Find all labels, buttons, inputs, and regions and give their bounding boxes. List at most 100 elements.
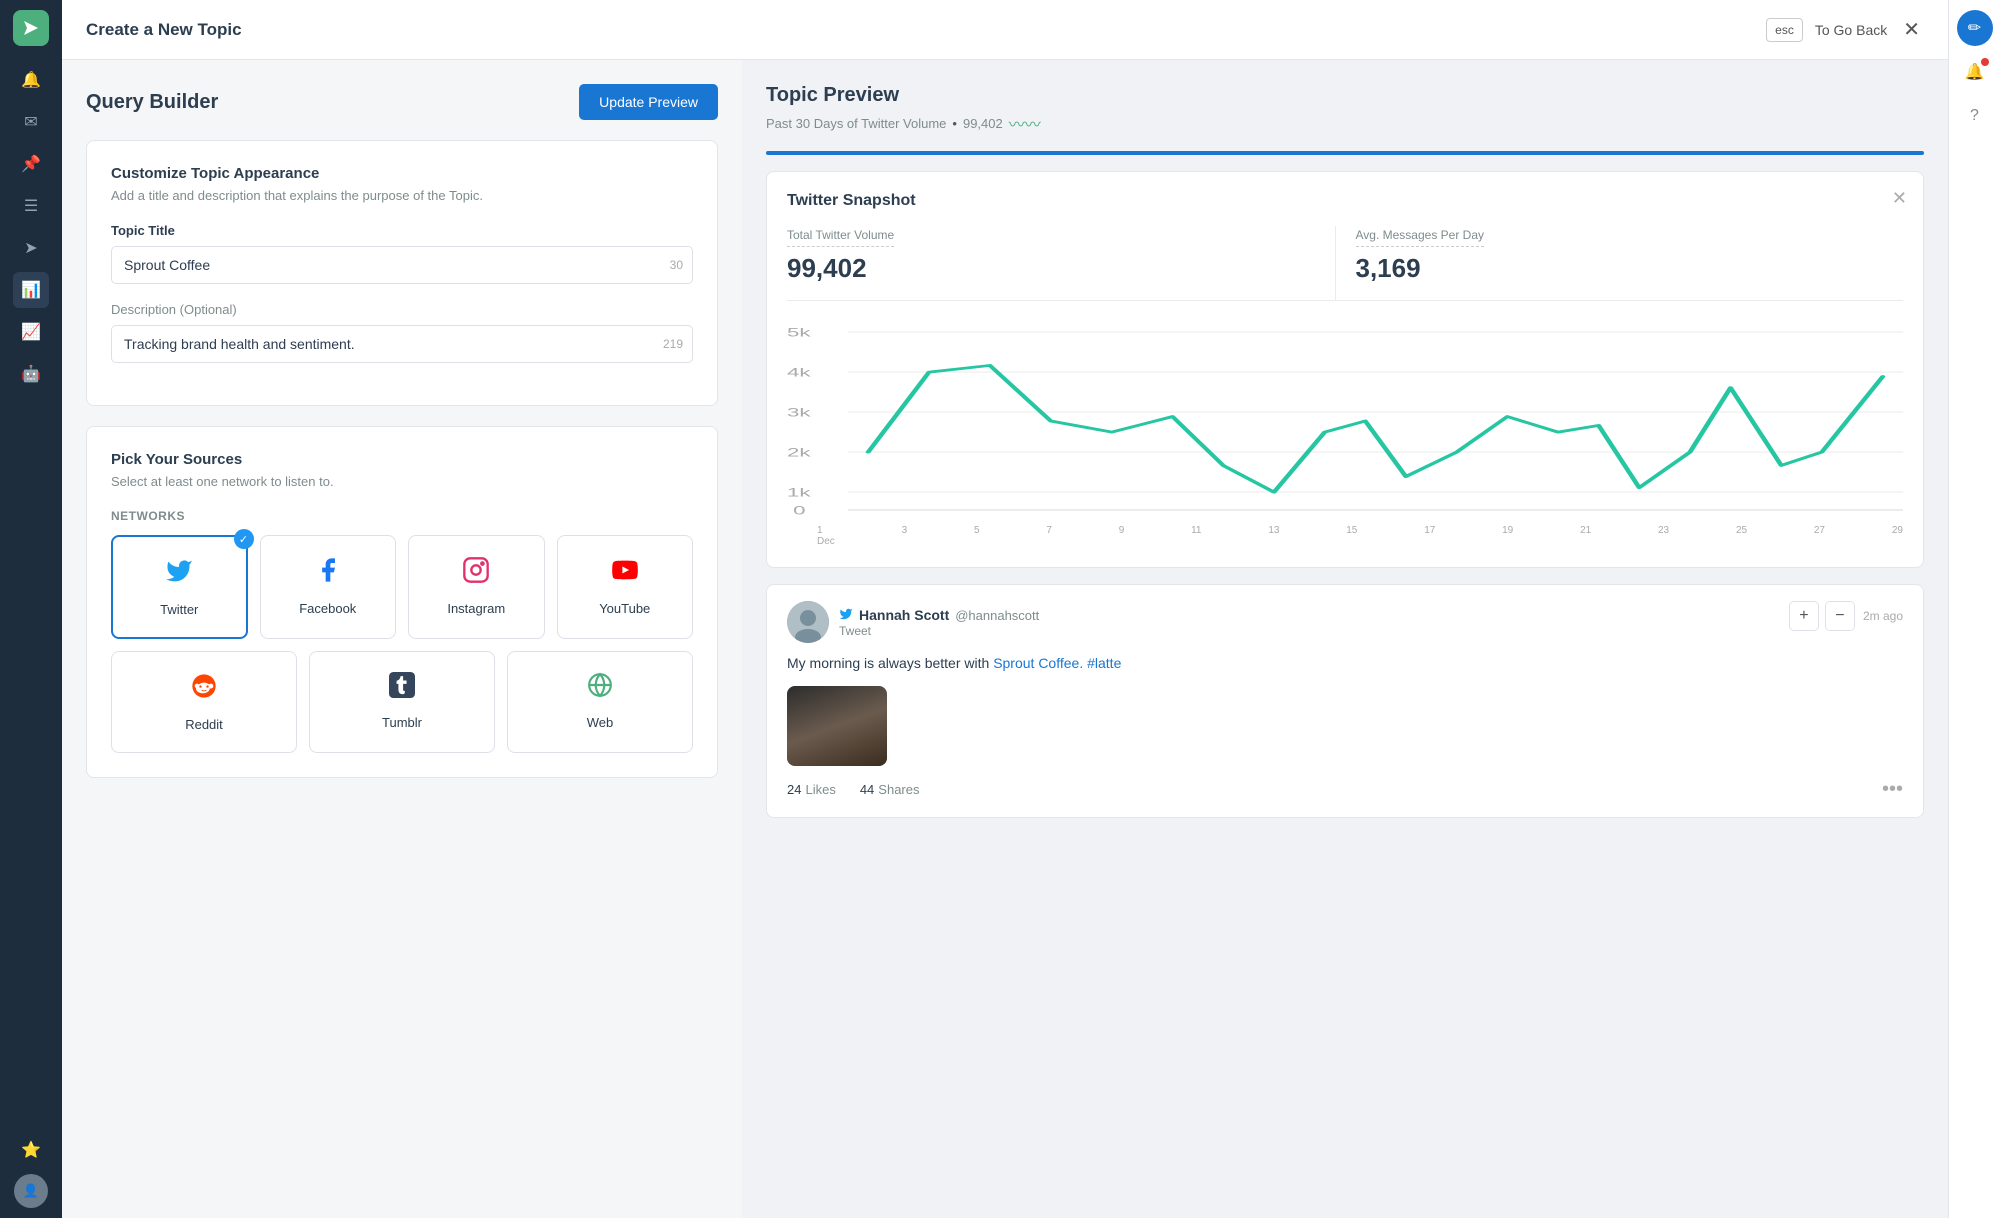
- notification-badge: [1981, 58, 1989, 66]
- close-button[interactable]: ✕: [1899, 13, 1924, 46]
- right-panel: Topic Preview Past 30 Days of Twitter Vo…: [742, 60, 1948, 1218]
- network-card-web[interactable]: Web: [507, 651, 693, 753]
- query-builder-title: Query Builder: [86, 91, 218, 114]
- total-volume-stat: Total Twitter Volume 99,402: [787, 226, 1335, 300]
- avg-messages-value: 3,169: [1356, 253, 1904, 284]
- customize-card: Customize Topic Appearance Add a title a…: [86, 140, 718, 406]
- network-card-reddit[interactable]: Reddit: [111, 651, 297, 753]
- stats-row: Total Twitter Volume 99,402 Avg. Message…: [787, 226, 1903, 301]
- twitter-bird-small: [839, 607, 853, 624]
- sidebar-icon-bot[interactable]: 🤖: [13, 356, 49, 392]
- customize-subtitle: Add a title and description that explain…: [111, 188, 693, 203]
- tweet-plus-button[interactable]: +: [1789, 601, 1819, 631]
- sidebar-icon-notifications[interactable]: 🔔: [13, 62, 49, 98]
- tweet-user-row: Hannah Scott @hannahscott Tweet: [787, 601, 1039, 643]
- tweet-handle: @hannahscott: [955, 608, 1039, 623]
- progress-bar: [766, 151, 1924, 155]
- sidebar-icon-analytics[interactable]: 📊: [13, 272, 49, 308]
- svg-text:2k: 2k: [787, 446, 812, 460]
- content-area: Query Builder Update Preview Customize T…: [62, 60, 1948, 1218]
- network-card-tumblr[interactable]: Tumblr: [309, 651, 495, 753]
- twitter-check: ✓: [234, 529, 254, 549]
- tweet-image-inner: [787, 686, 887, 766]
- networks-grid-row1: ✓ Twitter Facebook: [111, 535, 693, 639]
- instagram-label: Instagram: [447, 601, 505, 616]
- network-card-facebook[interactable]: Facebook: [260, 535, 397, 639]
- app-logo: [13, 10, 49, 46]
- sidebar-icon-star[interactable]: ⭐: [13, 1132, 49, 1168]
- svg-text:0: 0: [793, 503, 805, 517]
- go-back-text: To Go Back: [1815, 22, 1887, 38]
- snapshot-close-button[interactable]: ✕: [1892, 188, 1907, 209]
- reddit-label: Reddit: [185, 717, 223, 732]
- snapshot-title: Twitter Snapshot: [787, 192, 1903, 210]
- sources-title: Pick Your Sources: [111, 451, 693, 468]
- svg-text:3k: 3k: [787, 406, 812, 420]
- twitter-label: Twitter: [160, 602, 198, 617]
- chart-area: 5k 4k 3k 2k 1k 0: [787, 321, 1903, 521]
- tweet-shares: 44 Shares: [860, 782, 920, 797]
- left-sidebar: 🔔 ✉ 📌 ☰ ➤ 📊 📈 🤖 ⭐ 👤: [0, 0, 62, 1218]
- avg-messages-stat: Avg. Messages Per Day 3,169: [1335, 226, 1904, 300]
- tweet-username: Hannah Scott: [859, 607, 949, 623]
- user-avatar[interactable]: 👤: [14, 1174, 48, 1208]
- customize-title: Customize Topic Appearance: [111, 165, 693, 182]
- query-builder-header: Query Builder Update Preview: [86, 84, 718, 120]
- tweet-name-row: Hannah Scott @hannahscott: [839, 607, 1039, 624]
- total-volume-value: 99,402: [787, 253, 1335, 284]
- topbar: Create a New Topic esc To Go Back ✕: [62, 0, 1948, 60]
- esc-button[interactable]: esc: [1766, 18, 1803, 42]
- svg-text:4k: 4k: [787, 366, 812, 380]
- notification-icon[interactable]: 🔔: [1957, 54, 1993, 90]
- tweet-user-info: Hannah Scott @hannahscott Tweet: [839, 607, 1039, 638]
- sidebar-icon-messages[interactable]: ✉: [13, 104, 49, 140]
- sidebar-icon-send[interactable]: ➤: [13, 230, 49, 266]
- instagram-icon: [462, 556, 490, 591]
- tweet-avatar: [787, 601, 829, 643]
- total-volume-label: Total Twitter Volume: [787, 228, 894, 247]
- svg-text:5k: 5k: [787, 326, 812, 340]
- right-icon-bar: ✏ 🔔 ?: [1948, 0, 2000, 1218]
- svg-text:1k: 1k: [787, 486, 812, 500]
- sidebar-icon-pin[interactable]: 📌: [13, 146, 49, 182]
- facebook-label: Facebook: [299, 601, 356, 616]
- chart-svg: 5k 4k 3k 2k 1k 0: [787, 321, 1903, 521]
- tumblr-icon: [389, 672, 415, 705]
- network-card-instagram[interactable]: Instagram: [408, 535, 545, 639]
- main-content: Create a New Topic esc To Go Back ✕ Quer…: [62, 0, 1948, 1218]
- description-label: Description (Optional): [111, 302, 693, 317]
- facebook-icon: [314, 556, 342, 591]
- description-input[interactable]: [111, 325, 693, 363]
- description-wrap: 219: [111, 325, 693, 363]
- reddit-icon: [190, 672, 218, 707]
- tweet-minus-button[interactable]: −: [1825, 601, 1855, 631]
- networks-label: Networks: [111, 509, 693, 523]
- sidebar-icon-list[interactable]: ☰: [13, 188, 49, 224]
- wave-icon: 〰〰: [1009, 111, 1041, 135]
- topic-title-label: Topic Title: [111, 223, 693, 238]
- help-icon[interactable]: ?: [1957, 98, 1993, 134]
- chart-x-labels: 1Dec357911 131517192123 252729: [787, 525, 1903, 547]
- tweet-actions-buttons: + −: [1789, 601, 1855, 631]
- tweet-likes: 24 Likes: [787, 782, 836, 797]
- tweet-footer: 24 Likes 44 Shares •••: [787, 778, 1903, 801]
- topic-title-input[interactable]: [111, 246, 693, 284]
- tweet-link[interactable]: Sprout Coffee.: [993, 655, 1083, 671]
- snapshot-card: Twitter Snapshot ✕ Total Twitter Volume …: [766, 171, 1924, 568]
- topic-preview-title: Topic Preview: [766, 84, 1924, 107]
- tweet-time: 2m ago: [1863, 609, 1903, 623]
- tweet-type: Tweet: [839, 624, 1039, 638]
- edit-icon[interactable]: ✏: [1957, 10, 1993, 46]
- tweet-more-button[interactable]: •••: [1882, 778, 1903, 801]
- network-card-youtube[interactable]: YouTube: [557, 535, 694, 639]
- update-preview-button[interactable]: Update Preview: [579, 84, 718, 120]
- sidebar-icon-chart[interactable]: 📈: [13, 314, 49, 350]
- network-card-twitter[interactable]: ✓ Twitter: [111, 535, 248, 639]
- youtube-icon: [611, 556, 639, 591]
- sources-card: Pick Your Sources Select at least one ne…: [86, 426, 718, 778]
- twitter-icon: [165, 557, 193, 592]
- left-panel: Query Builder Update Preview Customize T…: [62, 60, 742, 1218]
- web-icon: [587, 672, 613, 705]
- topic-preview-subtitle: Past 30 Days of Twitter Volume • 99,402 …: [766, 111, 1924, 135]
- page-title: Create a New Topic: [86, 20, 1754, 40]
